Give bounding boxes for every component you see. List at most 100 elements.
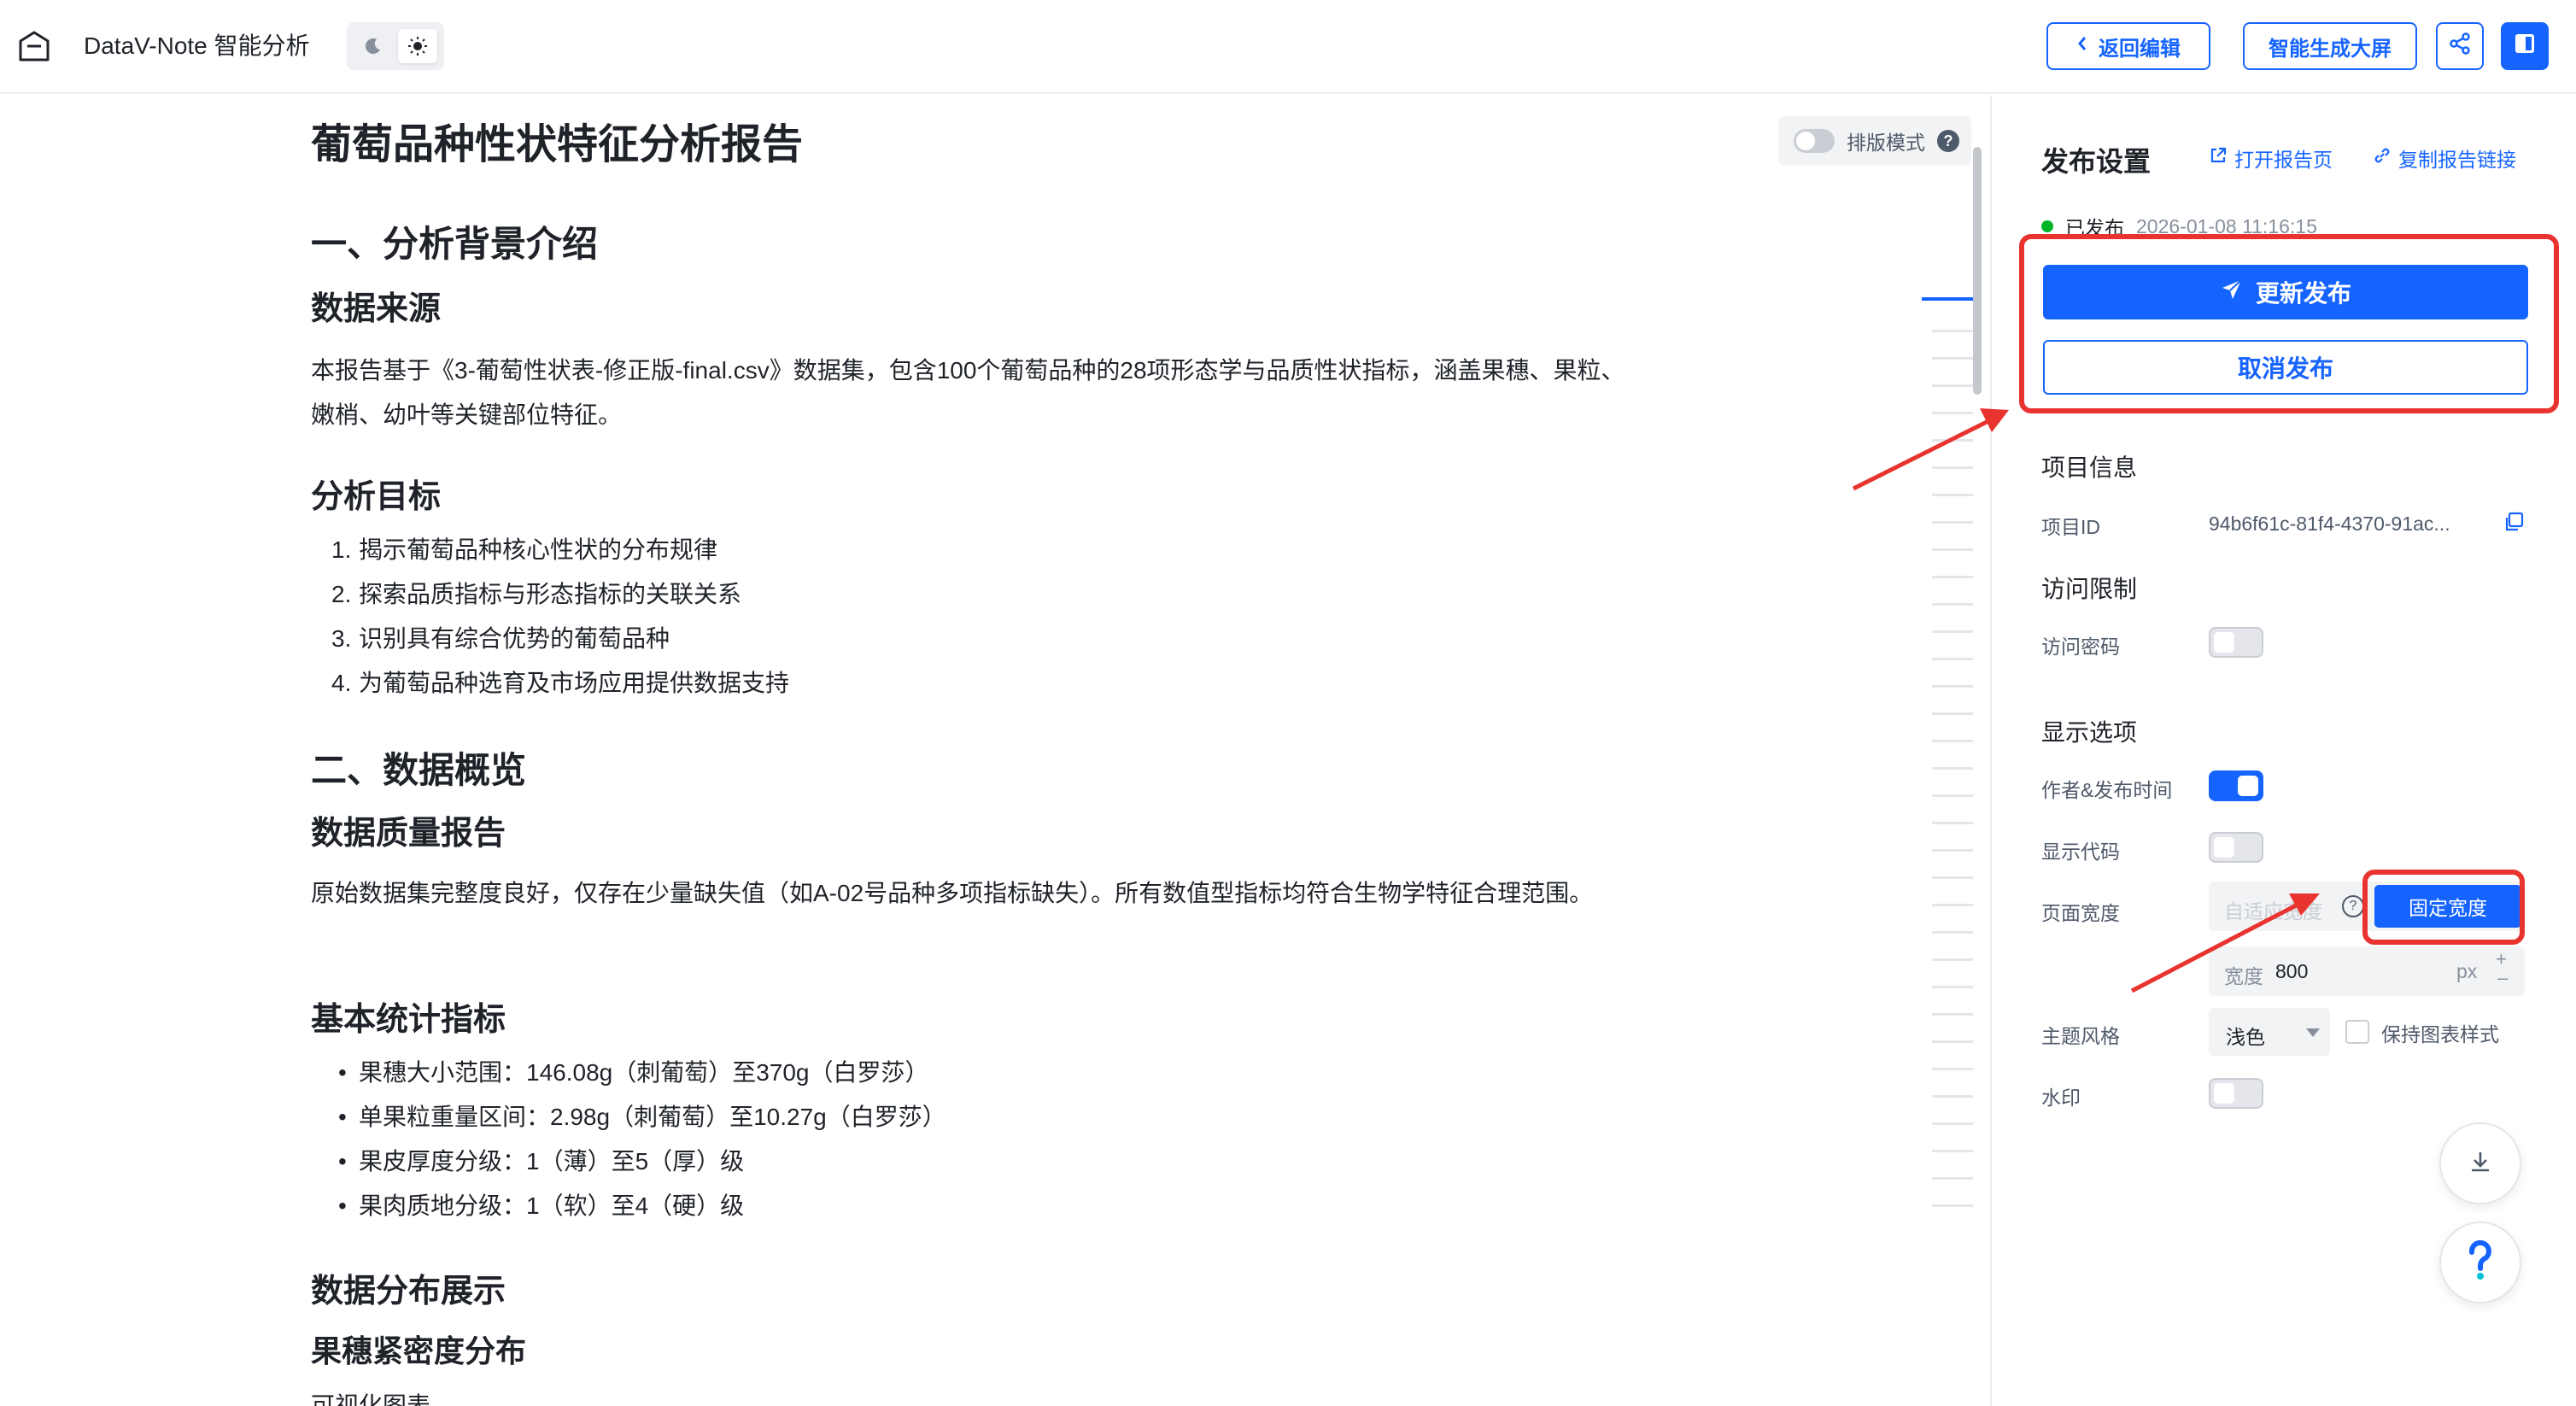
toc-mark[interactable]	[1932, 412, 1973, 414]
project-id-value: 94b6f61c-81f4-4370-91ac...	[2209, 513, 2450, 535]
back-to-edit-button[interactable]: 返回编辑	[2046, 22, 2210, 70]
toc-mark[interactable]	[1932, 576, 1973, 578]
list-number: 1.	[331, 536, 352, 563]
help-float-button[interactable]	[2439, 1221, 2521, 1303]
toc-mark[interactable]	[1932, 439, 1973, 442]
toc-mark[interactable]	[1932, 1122, 1973, 1125]
toc-mark[interactable]	[1932, 1040, 1973, 1043]
access-password-switch[interactable]	[2209, 627, 2263, 658]
article-scrollbar[interactable]	[1973, 147, 1982, 1406]
home-icon[interactable]	[17, 29, 51, 63]
toc-mark[interactable]	[1932, 849, 1973, 852]
panel-toggle-button[interactable]	[2501, 22, 2549, 70]
keep-chart-style-checkbox[interactable]	[2345, 1020, 2369, 1044]
toc-mark[interactable]	[1932, 1204, 1973, 1207]
author-time-label: 作者&发布时间	[2041, 779, 2173, 801]
list-text: 探索品质指标与形态指标的关联关系	[359, 581, 742, 607]
toc-mark[interactable]	[1932, 685, 1973, 688]
page-width-label: 页面宽度	[2041, 902, 2120, 924]
list-text: 果穗大小范围：146.08g（刺葡萄）至370g（白罗莎）	[359, 1059, 929, 1086]
top-bar: DataV-Note 智能分析 返回编辑 智能生成大屏	[0, 0, 2576, 94]
toc-mark-active[interactable]	[1922, 297, 1976, 301]
sun-icon[interactable]	[398, 29, 437, 63]
toc-mark[interactable]	[1932, 794, 1973, 797]
toc-mark[interactable]	[1932, 767, 1973, 770]
toc-mark[interactable]	[1932, 822, 1973, 824]
layout-mode-switch[interactable]	[1794, 129, 1835, 153]
scroll-thumb[interactable]	[1973, 147, 1982, 395]
generate-screen-button[interactable]: 智能生成大屏	[2243, 22, 2417, 70]
toc-mark[interactable]	[1932, 548, 1973, 551]
list-item: • 果肉质地分级：1（软）至4（硬）级	[338, 1192, 745, 1219]
paragraph: 原始数据集完整度良好，仅存在少量缺失值（如A-02号品种多项指标缺失）。所有数值…	[311, 880, 1594, 906]
toc-mark[interactable]	[1932, 876, 1973, 879]
toc-mark[interactable]	[1932, 1013, 1973, 1016]
display-options-title: 显示选项	[2041, 719, 2138, 746]
help-icon[interactable]: ?	[2342, 895, 2364, 917]
toc-mark[interactable]	[1932, 740, 1973, 742]
toc-mark[interactable]	[1932, 1095, 1973, 1098]
list-item: 2. 探索品质指标与形态指标的关联关系	[331, 572, 741, 617]
toc-mark[interactable]	[1932, 658, 1973, 660]
width-input[interactable]: 宽度 800 px + –	[2209, 946, 2525, 996]
project-id-label: 项目ID	[2041, 516, 2100, 538]
report-title: 葡萄品种性状特征分析报告	[311, 122, 804, 167]
toc-mark[interactable]	[1932, 1177, 1973, 1180]
width-prefix: 宽度	[2224, 965, 2263, 987]
access-limit-title: 访问限制	[2041, 576, 2138, 602]
list-text: 果肉质地分级：1（软）至4（硬）级	[359, 1192, 745, 1219]
toc-mark[interactable]	[1932, 603, 1973, 606]
share-button[interactable]	[2436, 22, 2484, 70]
toc-mark[interactable]	[1932, 712, 1973, 715]
open-report-label: 打开报告页	[2234, 149, 2333, 171]
download-button[interactable]	[2439, 1122, 2521, 1204]
panel-title: 发布设置	[2041, 146, 2152, 177]
auto-width-option[interactable]: 自适应宽度	[2224, 895, 2337, 924]
toc-mark[interactable]	[1932, 1068, 1973, 1070]
toc-mark[interactable]	[1932, 494, 1973, 496]
layout-mode-label: 排版模式	[1847, 132, 1925, 154]
copy-report-link[interactable]: 复制报告链接	[2373, 144, 2516, 173]
help-icon[interactable]: ?	[1937, 130, 1959, 152]
toc-mark[interactable]	[1932, 384, 1973, 387]
open-report-link[interactable]: 打开报告页	[2209, 144, 2333, 173]
author-time-switch[interactable]	[2209, 770, 2263, 801]
paragraph: 本报告基于《3-葡萄性状表-修正版-final.csv》数据集，包含100个葡萄…	[311, 357, 1625, 428]
panel-toggle-icon	[2514, 32, 2536, 61]
toc-mark[interactable]	[1932, 330, 1973, 332]
decrement-icon[interactable]: –	[2497, 967, 2508, 989]
toc-mark[interactable]	[1932, 357, 1973, 360]
toc-mark[interactable]	[1932, 466, 1973, 469]
list-item: 3. 识别具有综合优势的葡萄品种	[331, 617, 670, 661]
layout-mode-toggle[interactable]: 排版模式 ?	[1778, 116, 1971, 166]
show-code-switch[interactable]	[2209, 832, 2263, 863]
moon-icon[interactable]	[354, 29, 393, 63]
toc-mark[interactable]	[1932, 630, 1973, 633]
theme-toggle[interactable]	[347, 22, 444, 70]
subsection-heading: 果穗紧密度分布	[311, 1333, 527, 1368]
theme-style-select[interactable]: 浅色	[2209, 1008, 2330, 1056]
toc-mark[interactable]	[1932, 904, 1973, 906]
report-article: 排版模式 ? 葡萄品种性状特征分析报告 一、分析背景介绍 数据来源 本报告基于《…	[0, 96, 1982, 1406]
toc-mark[interactable]	[1932, 1150, 1973, 1152]
question-icon	[2463, 1239, 2497, 1286]
copy-icon[interactable]	[2503, 511, 2525, 537]
theme-style-label: 主题风格	[2041, 1025, 2120, 1047]
chart-caption: 可视化图表	[311, 1392, 431, 1406]
generate-screen-label: 智能生成大屏	[2269, 37, 2392, 61]
toc-mark[interactable]	[1932, 986, 1973, 988]
toc-mark[interactable]	[1932, 958, 1973, 961]
copy-report-label: 复制报告链接	[2398, 149, 2516, 171]
list-item: 4. 为葡萄品种选育及市场应用提供数据支持	[331, 661, 789, 706]
link-icon	[2373, 146, 2392, 170]
watermark-switch[interactable]	[2209, 1078, 2263, 1109]
toc-mark[interactable]	[1932, 931, 1973, 934]
subsection-heading: 数据质量报告	[311, 816, 506, 852]
watermark-label: 水印	[2041, 1087, 2081, 1109]
show-code-label: 显示代码	[2041, 841, 2120, 863]
access-password-label: 访问密码	[2041, 636, 2120, 658]
external-link-icon	[2209, 146, 2228, 170]
width-value[interactable]: 800	[2275, 960, 2308, 983]
toc-mark[interactable]	[1932, 521, 1973, 524]
annotation-highlight-publish	[2019, 234, 2559, 413]
